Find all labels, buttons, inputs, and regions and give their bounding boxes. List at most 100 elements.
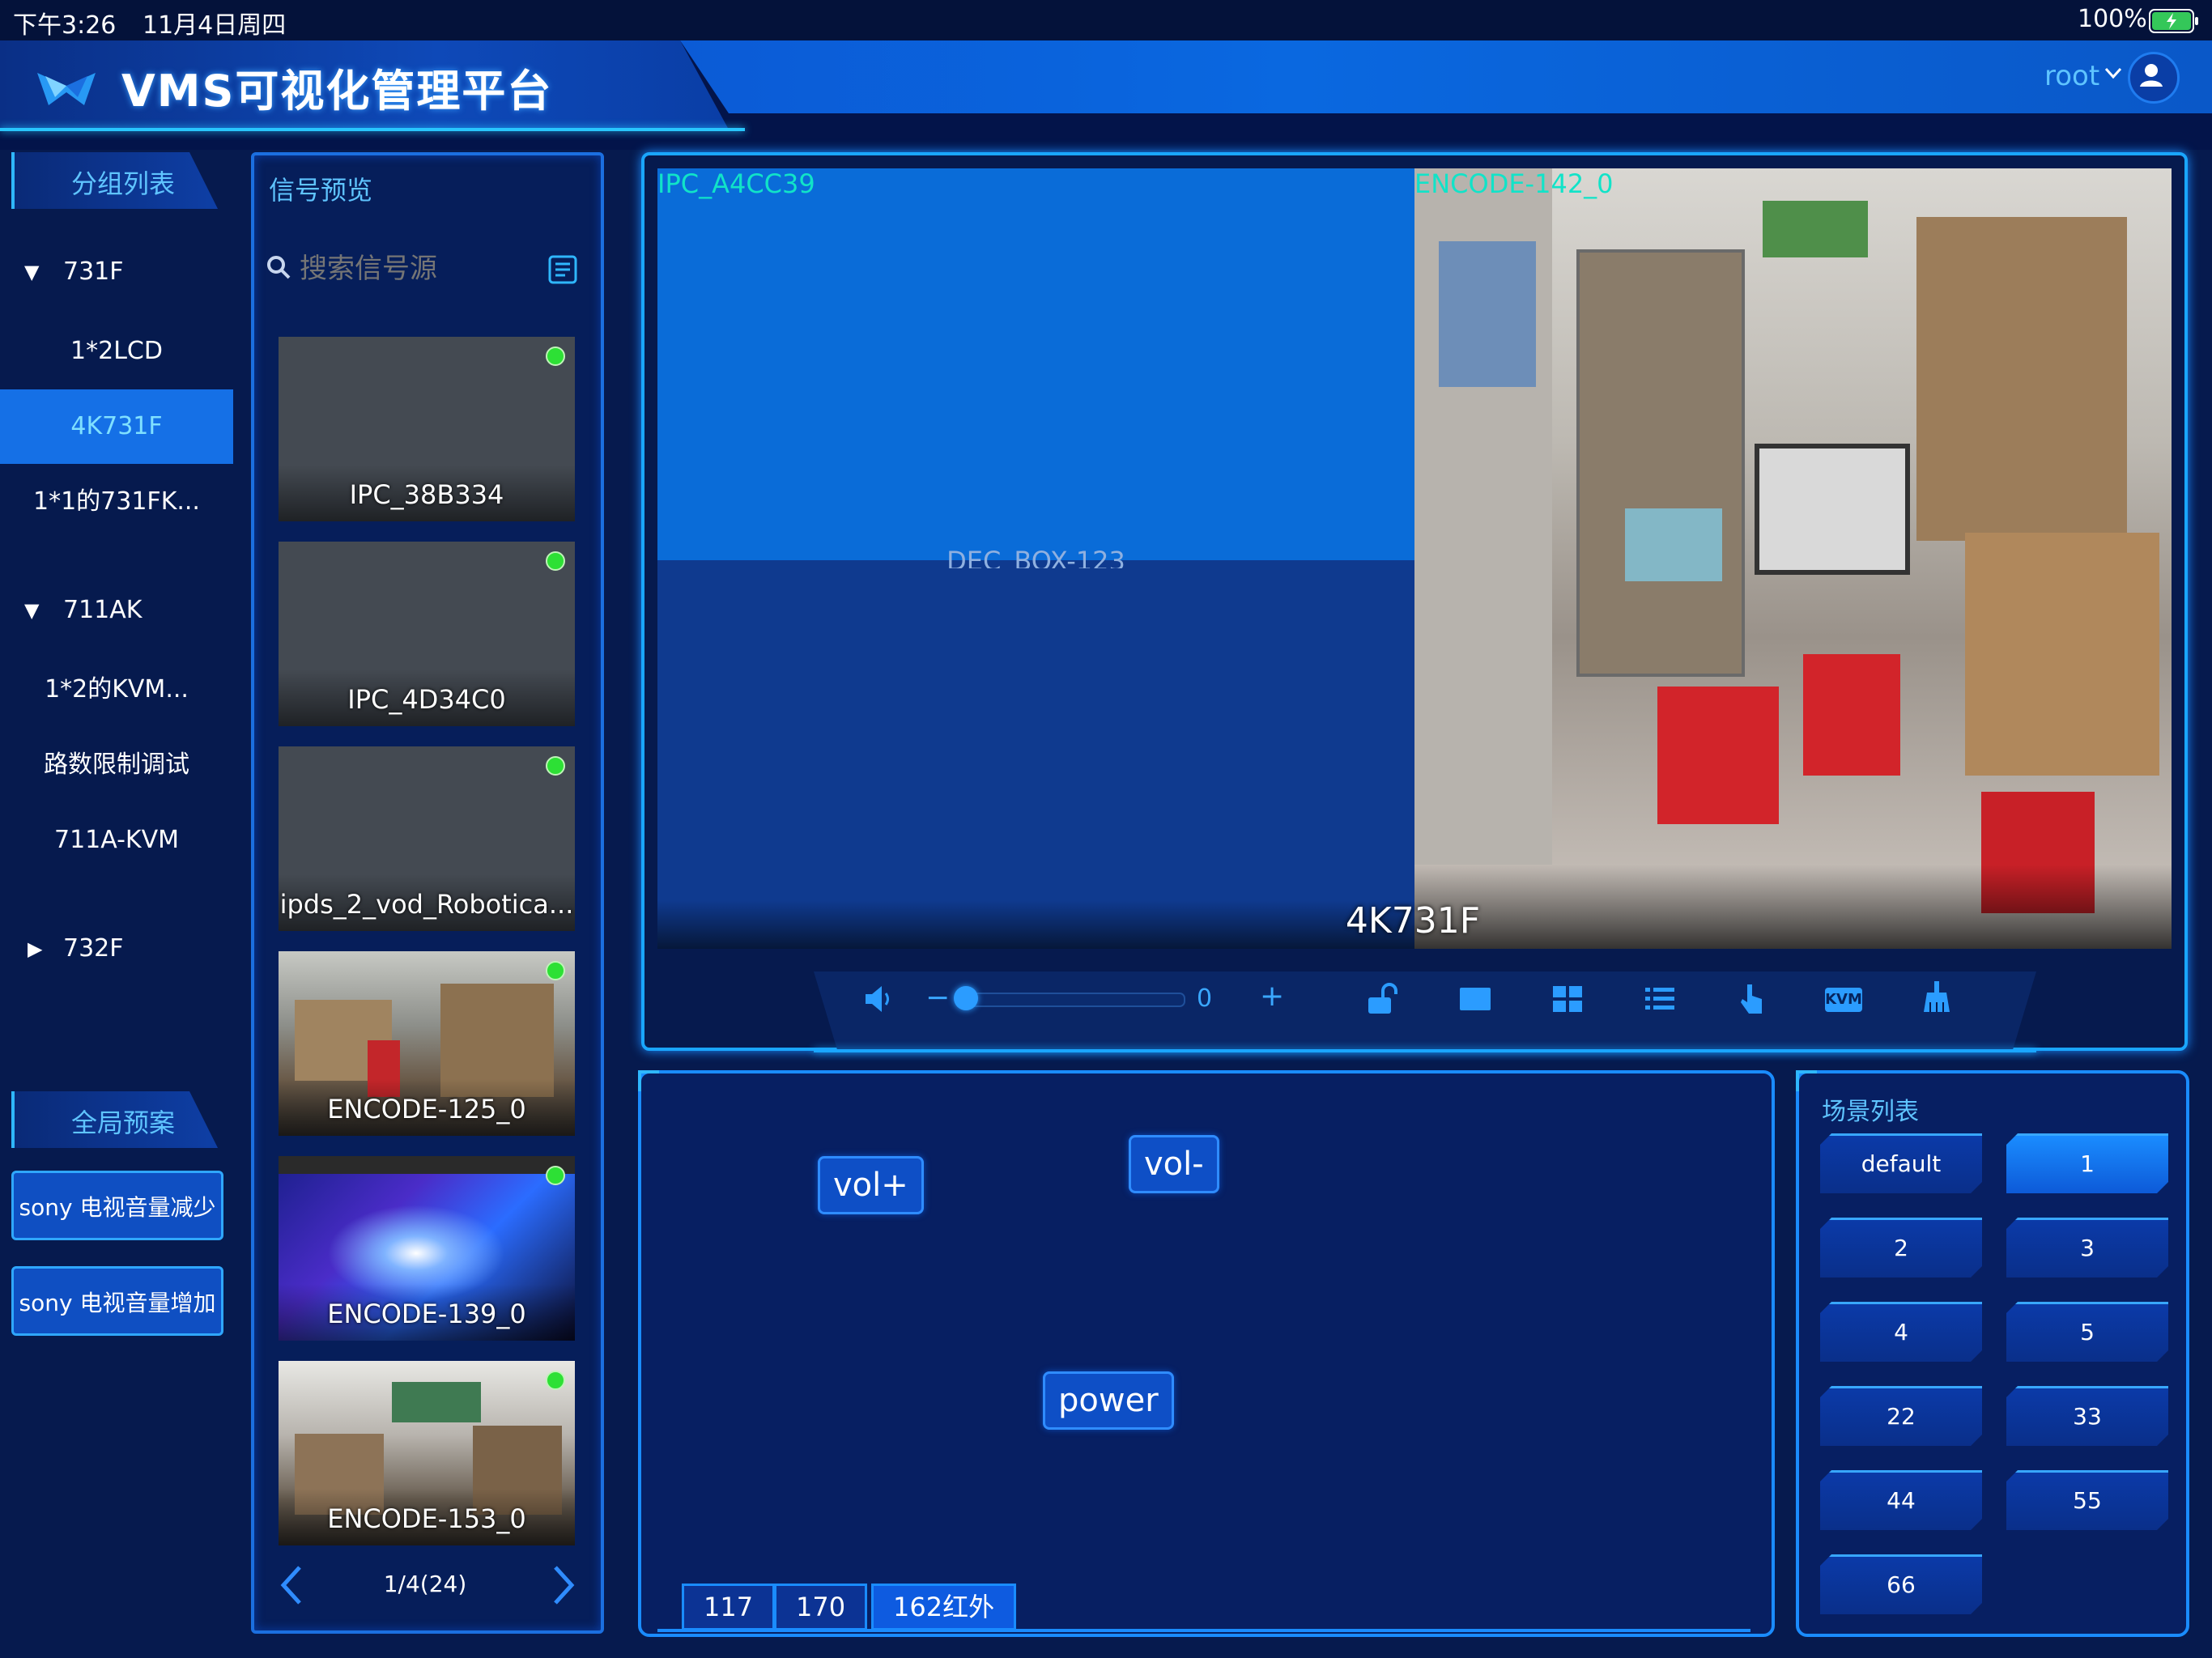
signal-preview-title: 信号预览 (269, 175, 373, 206)
chevron-right-icon[interactable] (547, 1562, 580, 1608)
feed-red-stool (1803, 654, 1900, 776)
expand-triangle-icon[interactable]: ▼ (24, 261, 39, 283)
feed-poster (1439, 241, 1536, 387)
global-presets-header: 全局预案 (11, 1091, 218, 1148)
pager-indicator: 1/4(24) (383, 1571, 467, 1597)
tree-group-label: 732F (63, 934, 124, 963)
toolbar-glow-line (814, 1049, 2036, 1052)
signal-thumb[interactable]: ipds_2_vod_Robotica... (279, 746, 575, 931)
window-signal-label: ENCODE-142_0 (1414, 168, 1614, 199)
panel-corner (1796, 1070, 1817, 1091)
unlock-icon[interactable] (1363, 981, 1399, 1017)
scene-button-55[interactable]: 55 (2006, 1470, 2168, 1530)
battery-icon (2149, 9, 2198, 33)
tree-item-711a-kvm[interactable]: 711A-KVM (0, 803, 233, 878)
speaker-icon[interactable] (861, 981, 896, 1017)
single-screen-icon[interactable] (1457, 981, 1493, 1017)
online-status-dot (546, 1371, 565, 1390)
tree-item-4k731f[interactable]: 4K731F (0, 389, 233, 464)
grid-icon[interactable] (1550, 981, 1585, 1017)
search-icon (267, 256, 291, 279)
feed-bin (1625, 508, 1722, 581)
scene-button-33[interactable]: 33 (2006, 1386, 2168, 1446)
chevron-left-icon[interactable] (275, 1562, 308, 1608)
signal-thumb[interactable]: IPC_38B334 (279, 337, 575, 521)
thumb-topbar (279, 1156, 575, 1174)
scene-button-default[interactable]: default (1820, 1133, 1982, 1193)
signal-thumb[interactable]: ENCODE-153_0 (279, 1361, 575, 1545)
status-date: 11月4日周四 (143, 11, 287, 40)
expand-triangle-icon[interactable]: ▼ (24, 599, 39, 622)
online-status-dot (546, 961, 565, 980)
user-icon (2140, 64, 2163, 87)
tree-group-label: 711AK (63, 596, 143, 624)
scene-button-22[interactable]: 22 (1820, 1386, 1982, 1446)
list-icon[interactable] (1642, 981, 1678, 1017)
tree-item-1x2lcd[interactable]: 1*2LCD (0, 314, 233, 389)
preset-volume-up-button[interactable]: sony 电视音量增加 (11, 1266, 223, 1336)
vol-plus-button[interactable]: vol+ (818, 1156, 924, 1214)
window-signal-label: DEC_BOX-123 (946, 546, 1125, 568)
touch-icon[interactable] (1734, 981, 1770, 1017)
sweep-icon[interactable] (1919, 980, 1955, 1015)
feed-boxes (1916, 217, 2127, 541)
tab-162-infrared[interactable]: 162红外 (871, 1584, 1017, 1630)
scene-button-3[interactable]: 3 (2006, 1218, 2168, 1278)
preset-volume-down-button[interactable]: sony 电视音量减少 (11, 1171, 223, 1240)
scene-button-1[interactable]: 1 (2006, 1133, 2168, 1193)
volume-slider-track[interactable] (955, 993, 1185, 1007)
signal-name: IPC_4D34C0 (347, 684, 506, 715)
tree-item-1x1-731fk[interactable]: 1*1的731FK... (0, 465, 233, 539)
feed-monitor (1755, 444, 1910, 575)
scene-button-5[interactable]: 5 (2006, 1302, 2168, 1362)
scene-list-title: 场景列表 (1822, 1098, 1919, 1126)
scene-button-66[interactable]: 66 (1820, 1554, 1982, 1614)
volume-minus-button[interactable]: − (925, 981, 950, 1014)
wall-window[interactable] (657, 560, 1414, 949)
signal-search-input[interactable] (298, 249, 536, 288)
wall-window[interactable]: ENCODE-142_0 (1414, 168, 2172, 949)
feed-poster (1763, 201, 1868, 257)
signal-thumb[interactable]: IPC_4D34C0 (279, 542, 575, 726)
video-wall-name: 4K731F (1345, 900, 1481, 942)
battery-percent: 100% (2078, 5, 2147, 33)
global-presets-title: 全局预案 (71, 1107, 176, 1138)
wall-window[interactable]: IPC_A4CC39 (657, 168, 1414, 560)
header-decor-bar (680, 40, 2212, 113)
header-glow-line (0, 128, 745, 131)
user-avatar[interactable] (2128, 52, 2180, 104)
logo-icon (37, 73, 96, 105)
tree-item-1x2-kvm[interactable]: 1*2的KVM... (0, 653, 233, 727)
tab-170[interactable]: 170 (774, 1584, 868, 1630)
list-toggle-icon[interactable] (547, 254, 578, 285)
feed-boxes (1965, 533, 2159, 776)
online-status-dot (546, 551, 565, 571)
feed-shelf (1576, 249, 1745, 677)
feed-red-stool (1657, 687, 1779, 824)
signal-thumb[interactable]: ENCODE-139_0 (279, 1156, 575, 1341)
signal-thumb[interactable]: ENCODE-125_0 (279, 951, 575, 1136)
kvm-icon[interactable]: KVM (1825, 988, 1862, 1012)
online-status-dot (546, 346, 565, 366)
volume-slider-thumb[interactable] (954, 986, 978, 1010)
app-header: VMS可视化管理平台 root (0, 40, 2212, 150)
power-button[interactable]: power (1043, 1371, 1174, 1430)
window-signal-label: IPC_A4CC39 (657, 168, 815, 199)
signal-name: ENCODE-139_0 (327, 1299, 526, 1329)
vol-minus-button[interactable]: vol- (1129, 1135, 1219, 1193)
signal-name: ipds_2_vod_Robotica... (279, 889, 574, 920)
scene-button-4[interactable]: 4 (1820, 1302, 1982, 1362)
user-name[interactable]: root (2044, 60, 2099, 92)
volume-plus-button[interactable]: + (1260, 980, 1284, 1013)
signal-name: ENCODE-125_0 (327, 1094, 526, 1124)
signal-name: ENCODE-153_0 (327, 1503, 526, 1534)
signal-name: IPC_38B334 (349, 479, 504, 510)
scene-button-2[interactable]: 2 (1820, 1218, 1982, 1278)
collapse-triangle-icon[interactable]: ▶ (28, 937, 42, 960)
chevron-down-icon[interactable] (2102, 62, 2125, 84)
tree-item-limit-debug[interactable]: 路数限制调试 (0, 728, 233, 802)
tab-117[interactable]: 117 (682, 1584, 776, 1630)
status-time: 下午3:26 (13, 11, 117, 40)
online-status-dot (546, 1166, 565, 1185)
scene-button-44[interactable]: 44 (1820, 1470, 1982, 1530)
